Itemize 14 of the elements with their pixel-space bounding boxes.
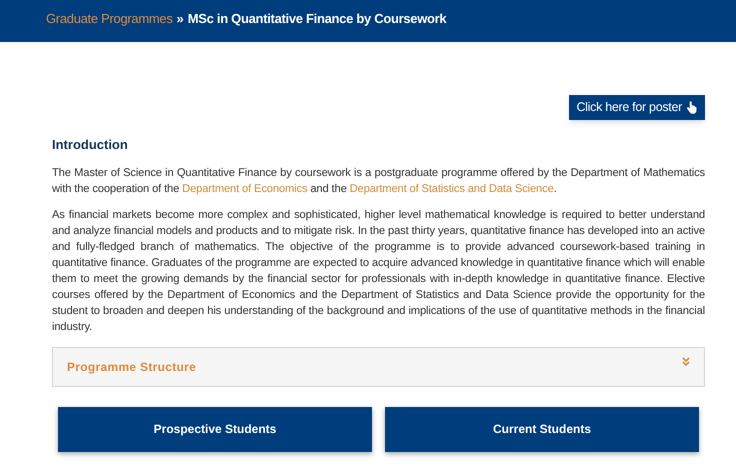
- accordion-title: Programme Structure: [67, 358, 196, 376]
- section-heading: Introduction: [52, 136, 129, 154]
- paragraph: As financial markets become more complex and sophisticated, higher level mathematical knowledge is required to better understand and analyze financial models and products and to mitigate risk. In the past thirty years, quantitative finance has developed into an active and fully-fledged branch of mathematics. The objective of the programme is to provide advanced coursework-based training in quantitative finance. Graduates of the programme are expected to acquire advanced knowledge in quantitative finance which will enable them to meet the growing demands by the financial sector for professionals with in-depth knowledge in quantitative finance. Elective courses offered by the Department of Economics and the Department of Statistics and Data Science provide the opportunity for the student to broaden and deepen his understanding of the background and implications of the use of quantitative methods in the financial industry.: [52, 208, 705, 334]
- breadcrumb-link[interactable]: Graduate Programmes: [46, 9, 173, 28]
- pointing-hand-icon: [686, 101, 698, 114]
- page-title: MSc in Quantitative Finance by Coursework: [188, 10, 446, 28]
- nav-button[interactable]: Current Students: [385, 406, 699, 452]
- nav-button[interactable]: Prospective Students: [58, 406, 372, 452]
- poster-button[interactable]: Click here for poster: [569, 95, 705, 120]
- text-link[interactable]: Department of Statistics and Data Science: [350, 182, 554, 194]
- paragraph: The Master of Science in Quantitative Finance by coursework is a postgraduate programme offered by the Department of Mathematics with the cooperation of the Department of Economics and the Department of Statistics and Data Science.: [52, 166, 705, 196]
- text-link[interactable]: Department of Economics: [182, 182, 308, 194]
- accordion-header[interactable]: Programme Structure: [52, 346, 705, 386]
- breadcrumb-separator: »: [176, 10, 184, 28]
